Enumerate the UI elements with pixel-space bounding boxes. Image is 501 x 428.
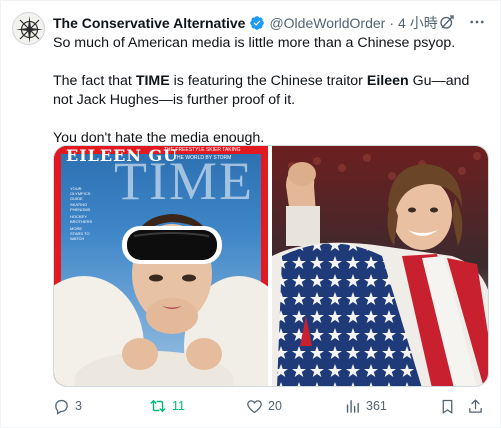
cover-tagline-1: THE FREESTYLE SKIER TAKING bbox=[164, 147, 241, 153]
cover-tagline-2: THE WORLD BY STORM bbox=[174, 155, 232, 161]
tweet-line-2: The fact that TIME is featuring the Chin… bbox=[53, 72, 491, 110]
reply-count: 3 bbox=[75, 399, 82, 413]
more-icon[interactable] bbox=[468, 13, 486, 31]
tweet-text: So much of American media is little more… bbox=[53, 34, 491, 148]
bookmark-icon bbox=[442, 399, 453, 414]
tweet-line-1: So much of American media is little more… bbox=[53, 35, 456, 51]
verified-badge-icon[interactable] bbox=[249, 15, 265, 31]
hockey-player-with-flag-photo[interactable] bbox=[272, 146, 488, 386]
cover-side-2: SKATING PHENOMS bbox=[70, 202, 91, 212]
tweet-actions: 3 11 20 361 bbox=[53, 396, 489, 416]
like-button[interactable]: 20 bbox=[246, 396, 282, 416]
cover-side-4: MORE STARS TO WATCH bbox=[70, 226, 90, 241]
views-button[interactable]: 361 bbox=[344, 396, 387, 416]
share-icon bbox=[469, 398, 482, 413]
author-display-name[interactable]: The Conservative Alternative bbox=[53, 15, 245, 31]
cover-side-1: YOUR OLYMPICS GUIDE bbox=[70, 186, 91, 201]
tweet-card[interactable]: The Conservative Alternative @OldeWorldO… bbox=[0, 0, 501, 428]
retweet-button[interactable]: 11 bbox=[149, 396, 185, 416]
reply-button[interactable]: 3 bbox=[53, 396, 82, 416]
tweet-time-bold: TIME bbox=[135, 73, 170, 89]
retweet-icon bbox=[150, 400, 166, 412]
retweet-count: 11 bbox=[172, 399, 185, 413]
share-button[interactable] bbox=[467, 396, 484, 416]
views-chart-icon bbox=[346, 399, 359, 413]
reply-icon bbox=[55, 399, 68, 415]
heart-icon bbox=[247, 399, 262, 413]
media-grid: EILEEN GU TIME THE FREESTYLE SKIER TAKIN… bbox=[53, 145, 489, 387]
tweet-eileen-bold: Eileen bbox=[366, 73, 409, 89]
grok-icon[interactable] bbox=[438, 13, 456, 31]
separator-dot: · bbox=[389, 15, 395, 31]
cover-side-3: HOCKEY BROTHERS bbox=[70, 214, 93, 224]
header-actions bbox=[438, 13, 486, 31]
author-handle[interactable]: @OldeWorldOrder bbox=[269, 15, 385, 31]
tweet-line-2-pre: The fact that bbox=[53, 73, 136, 89]
bookmark-button[interactable] bbox=[439, 396, 456, 416]
views-count: 361 bbox=[366, 399, 387, 413]
tweet-header: The Conservative Alternative @OldeWorldO… bbox=[53, 13, 486, 33]
compass-rose-icon bbox=[16, 16, 43, 43]
avatar[interactable] bbox=[12, 12, 45, 45]
like-count: 20 bbox=[268, 399, 282, 413]
tweet-timestamp[interactable]: 4 小時 bbox=[398, 13, 438, 33]
time-cover-image[interactable]: EILEEN GU TIME THE FREESTYLE SKIER TAKIN… bbox=[54, 146, 268, 386]
tweet-line-2-mid: is featuring the Chinese traitor bbox=[169, 73, 367, 89]
